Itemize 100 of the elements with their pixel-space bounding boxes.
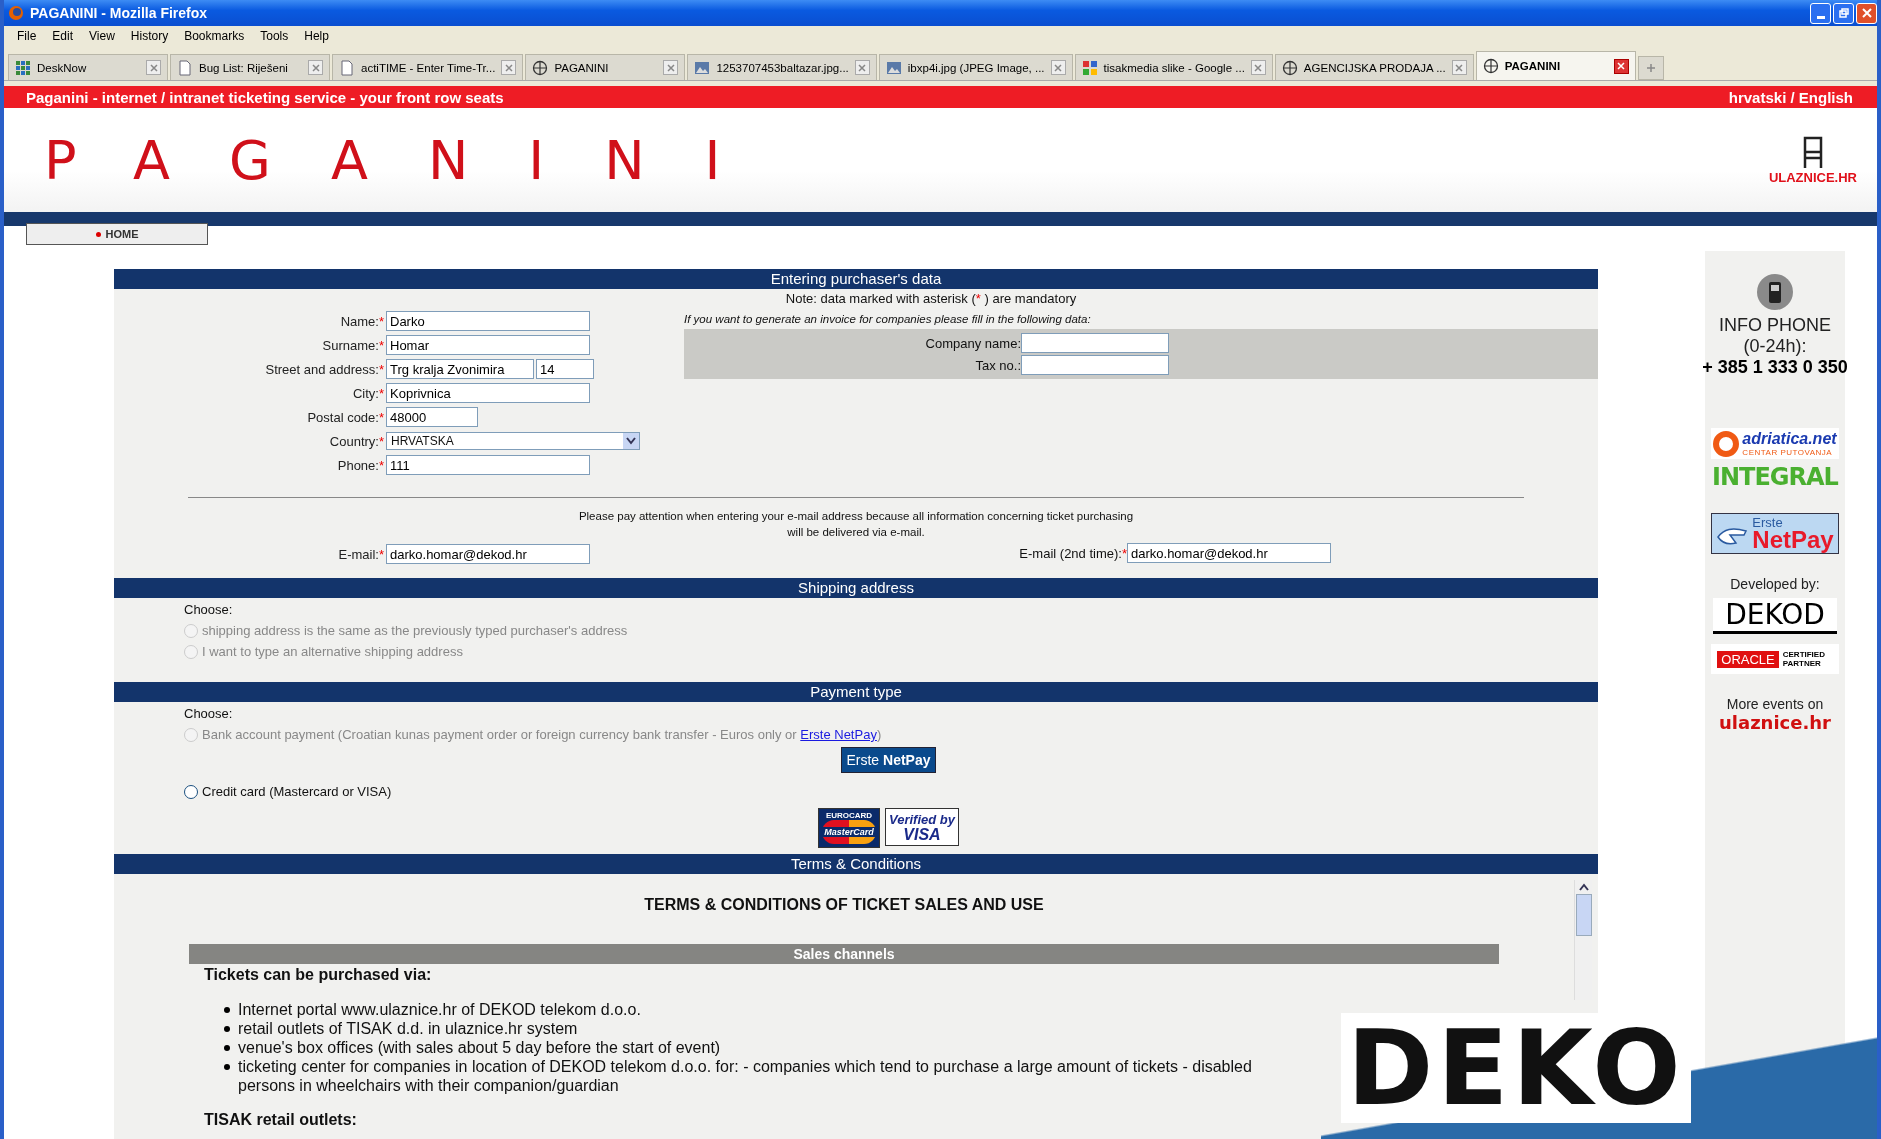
menu-item[interactable]: Bookmarks bbox=[177, 29, 252, 43]
input-field[interactable]: darko.homar@dekod.hr bbox=[1127, 543, 1331, 563]
browser-tab[interactable]: tisakmedia slike - Google ... bbox=[1074, 54, 1273, 80]
tab-close-button[interactable] bbox=[1613, 58, 1629, 74]
browser-tab[interactable]: ibxp4i.jpg (JPEG Image, ... bbox=[878, 54, 1073, 80]
input-field[interactable]: 14 bbox=[536, 359, 594, 379]
menu-item[interactable]: History bbox=[123, 29, 176, 43]
restore-button[interactable] bbox=[1833, 2, 1854, 24]
email-notice: Please pay attention when entering your e-mail address because all information concerning ticket purchasing will be delivered via e-mail. bbox=[577, 509, 1135, 540]
input-field[interactable]: Trg kralja Zvonimira bbox=[386, 359, 534, 379]
close-icon bbox=[858, 63, 867, 72]
bullet-icon bbox=[224, 1045, 230, 1051]
grid-icon bbox=[15, 59, 31, 76]
menu-item[interactable]: Tools bbox=[253, 29, 296, 43]
info-phone-label: INFO PHONE bbox=[1719, 315, 1831, 336]
menu-item[interactable]: Help bbox=[297, 29, 336, 43]
ulaznice-link[interactable]: ulaznice.hr bbox=[1719, 712, 1831, 733]
input-field[interactable]: 48000 bbox=[386, 407, 478, 427]
close-button[interactable] bbox=[1856, 2, 1877, 24]
input-field[interactable]: Darko bbox=[386, 311, 590, 331]
field-label: E-mail (2nd time):* bbox=[1018, 545, 1127, 561]
tab-label: AGENCIJSKA PRODAJA ... bbox=[1303, 61, 1446, 74]
restore-icon bbox=[1838, 8, 1849, 18]
menu-item[interactable]: File bbox=[10, 29, 44, 43]
choose-label: Choose: bbox=[184, 706, 234, 723]
more-events-label: More events on bbox=[1726, 696, 1824, 712]
input-field[interactable] bbox=[1021, 333, 1169, 353]
section-header: Terms & Conditions bbox=[114, 854, 1598, 874]
browser-tab[interactable]: PAGANINI bbox=[525, 54, 686, 80]
browser-tab[interactable]: AGENCIJSKA PRODAJA ... bbox=[1274, 54, 1474, 80]
arrow-up-icon bbox=[1578, 883, 1589, 891]
field-label: Country:* bbox=[328, 433, 384, 449]
globe-icon bbox=[1482, 58, 1499, 74]
image-icon bbox=[885, 59, 902, 76]
close-icon bbox=[1455, 63, 1464, 72]
field-label: Street and address:* bbox=[264, 361, 384, 377]
input-field[interactable] bbox=[1021, 355, 1169, 375]
option-label: I want to type an alternative shipping address bbox=[202, 644, 463, 659]
close-icon bbox=[1617, 62, 1626, 70]
bullet-icon bbox=[224, 1007, 230, 1013]
list-item-text: retail outlets of TISAK d.d. in ulaznice.hr system bbox=[238, 1019, 578, 1038]
country-dropdown[interactable]: HRVATSKA bbox=[386, 432, 640, 450]
globe-icon bbox=[532, 59, 549, 76]
list-item-text: ticketing center for companies in location of DEKOD telekom d.o.o. for: - companies which tend to purchase a large amount of tickets - disabled persons in wheelchairs with their companion/guardian bbox=[238, 1057, 1253, 1095]
chevron-down-icon bbox=[626, 437, 636, 445]
browser-tab[interactable]: Bug List: Riješeni bbox=[170, 54, 330, 80]
close-icon bbox=[149, 63, 158, 72]
close-icon bbox=[311, 63, 320, 72]
input-field[interactable]: Homar bbox=[386, 335, 590, 355]
close-icon bbox=[1254, 63, 1263, 72]
globe-icon bbox=[1281, 59, 1298, 76]
list-item-text: Internet portal www.ulaznice.hr of DEKOD telekom d.o.o. bbox=[238, 1000, 641, 1019]
field-label: Name:* bbox=[339, 313, 384, 329]
netpay-logo: Erste NetPay bbox=[1711, 513, 1839, 554]
choose-label: Choose: bbox=[184, 602, 234, 619]
field-label: City:* bbox=[351, 385, 384, 401]
browser-tab[interactable]: PAGANINI bbox=[1475, 51, 1636, 80]
tab-label: actiTIME - Enter Time-Tr... bbox=[361, 61, 496, 74]
scrollbar-thumb[interactable] bbox=[1575, 894, 1592, 936]
field-label: E-mail:* bbox=[337, 546, 384, 562]
option-label: Bank account payment (Croatian kunas payment order or foreign currency bank transfer - Euros only or Erste NetPay) bbox=[202, 727, 882, 742]
integral-logo: INTEGRAL bbox=[1712, 463, 1838, 491]
browser-tab[interactable]: 1253707453baltazar.jpg... bbox=[687, 54, 877, 80]
browser-tab[interactable]: DeskNow bbox=[8, 54, 168, 80]
squares-icon bbox=[1081, 59, 1098, 76]
field-label: Postal code:* bbox=[306, 409, 384, 425]
page-icon bbox=[339, 59, 355, 76]
menu-item[interactable]: Edit bbox=[45, 29, 81, 43]
field-label: Company name: bbox=[924, 335, 1021, 351]
close-icon bbox=[1054, 63, 1063, 72]
input-field[interactable]: 111 bbox=[386, 455, 590, 475]
dekod-logo: DEKOD bbox=[1713, 598, 1837, 634]
list-item-text: venue's box offices (with sales about 5 day before the start of event) bbox=[238, 1038, 721, 1057]
info-hours: (0-24h): bbox=[1743, 336, 1807, 357]
visa-logo: Verified by VISA bbox=[885, 808, 959, 846]
section-header: Payment type bbox=[114, 682, 1598, 702]
phone-number: + 385 1 333 0 350 bbox=[1702, 357, 1848, 378]
language-link[interactable]: hrvatski / English bbox=[1728, 88, 1853, 106]
option-label: Credit card (Mastercard or VISA) bbox=[202, 784, 392, 799]
new-tab-button[interactable] bbox=[1637, 56, 1664, 80]
minimize-button[interactable] bbox=[1810, 2, 1831, 24]
tab-label: 1253707453baltazar.jpg... bbox=[716, 61, 849, 74]
input-field[interactable]: Koprivnica bbox=[386, 383, 590, 403]
window-title: PAGANINI - Mozilla Firefox bbox=[30, 5, 209, 21]
field-label: Tax no.: bbox=[974, 357, 1021, 373]
radio-button[interactable] bbox=[184, 784, 198, 799]
menu-item[interactable]: View bbox=[82, 29, 122, 43]
page-icon bbox=[177, 59, 193, 76]
terms-subheading: TISAK retail outlets: bbox=[203, 1111, 358, 1129]
firefox-icon bbox=[8, 5, 24, 21]
home-button[interactable]: HOME bbox=[26, 223, 208, 245]
browser-tab[interactable]: actiTIME - Enter Time-Tr... bbox=[332, 54, 524, 80]
option-label: shipping address is the same as the previously typed purchaser's address bbox=[202, 623, 628, 638]
mandatory-note: Note: data marked with asterisk (* ) are mandatory bbox=[784, 290, 1078, 308]
mastercard-logo: EUROCARD MasterCard bbox=[818, 808, 880, 848]
section-bar: Sales channels bbox=[189, 944, 1499, 964]
input-field[interactable]: darko.homar@dekod.hr bbox=[386, 544, 590, 564]
bullet-icon bbox=[224, 1064, 230, 1070]
tab-label: PAGANINI bbox=[554, 61, 610, 74]
field-label: Surname:* bbox=[321, 337, 384, 353]
